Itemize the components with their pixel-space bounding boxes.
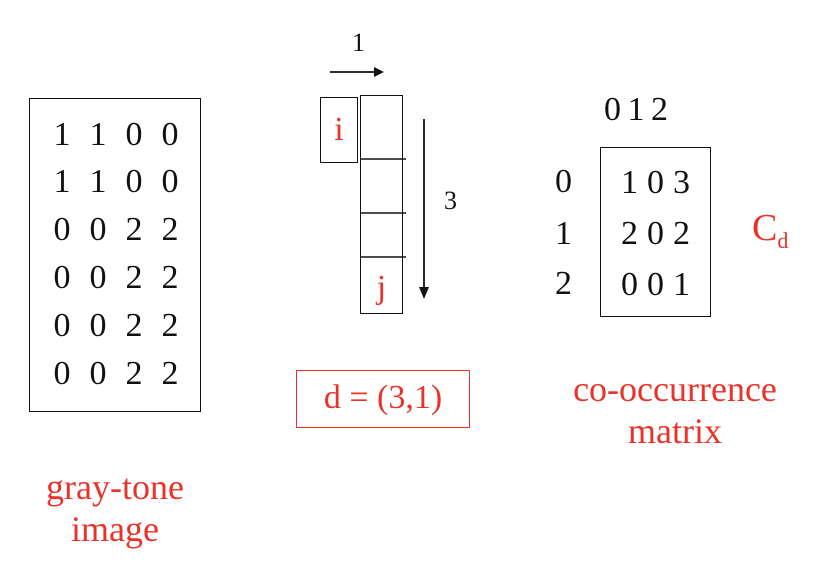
row-label: 0 bbox=[555, 163, 572, 200]
matrix-row: 202 bbox=[617, 214, 695, 254]
matrix-cell: 0 bbox=[647, 266, 665, 303]
matrix-cell: 0 bbox=[125, 163, 143, 200]
row-label: 2 bbox=[555, 265, 572, 302]
matrix-cell: 0 bbox=[89, 259, 107, 296]
gray-tone-matrix: 1 1 0 0 1 1 0 0 0 0 2 2 0 0 2 2 0 0 2 2 … bbox=[29, 98, 201, 412]
matrix-cell: 2 bbox=[125, 307, 143, 344]
matrix-cell: 2 bbox=[161, 355, 179, 392]
matrix-cell: 0 bbox=[647, 164, 665, 201]
matrix-cell: 2 bbox=[161, 211, 179, 248]
matrix-cell: 2 bbox=[673, 215, 691, 252]
matrix-cell: 0 bbox=[53, 355, 71, 392]
matrix-cell: 0 bbox=[161, 163, 179, 200]
matrix-cell: 1 bbox=[673, 266, 691, 303]
matrix-cell: 0 bbox=[621, 266, 639, 303]
pixel-j-label: j bbox=[376, 269, 387, 306]
matrix-cell: 1 bbox=[53, 116, 71, 153]
matrix-row: 103 bbox=[617, 163, 695, 203]
gray-tone-caption: gray-tone image bbox=[20, 466, 210, 550]
matrix-row: 0 0 2 2 bbox=[30, 306, 200, 346]
matrix-row: 1 1 0 0 bbox=[30, 162, 200, 202]
matrix-cell: 0 bbox=[125, 116, 143, 153]
matrix-cell: 2 bbox=[125, 211, 143, 248]
displacement-vector-label: d = (3,1) bbox=[296, 370, 470, 428]
matrix-cell: 2 bbox=[621, 215, 639, 252]
pixel-i-label: i bbox=[334, 111, 344, 148]
down-arrow-icon bbox=[419, 119, 429, 299]
caption-line: co-occurrence bbox=[573, 369, 777, 409]
matrix-row: 1 1 0 0 bbox=[30, 115, 200, 155]
cooccurrence-matrix: 103 202 001 bbox=[600, 147, 711, 317]
matrix-cell: 0 bbox=[53, 307, 71, 344]
matrix-cell: 0 bbox=[53, 211, 71, 248]
matrix-row: 0 0 2 2 bbox=[30, 210, 200, 250]
matrix-row: 001 bbox=[617, 265, 695, 305]
matrix-cell: 1 bbox=[621, 164, 639, 201]
column-step-label: 1 bbox=[352, 28, 365, 57]
caption-line: image bbox=[71, 509, 159, 549]
symbol-subscript: d bbox=[777, 228, 789, 253]
matrix-cell: 2 bbox=[161, 307, 179, 344]
matrix-symbol: Cd bbox=[752, 206, 789, 253]
caption-line: matrix bbox=[628, 411, 722, 451]
matrix-row: 0 0 2 2 bbox=[30, 258, 200, 298]
matrix-row: 0 0 2 2 bbox=[30, 354, 200, 394]
symbol-main: C bbox=[752, 207, 778, 249]
cooccurrence-caption: co-occurrence matrix bbox=[540, 368, 810, 452]
matrix-cell: 2 bbox=[125, 355, 143, 392]
matrix-cell: 1 bbox=[89, 116, 107, 153]
matrix-cell: 1 bbox=[53, 163, 71, 200]
row-step-label: 3 bbox=[444, 186, 457, 215]
matrix-cell: 0 bbox=[89, 307, 107, 344]
matrix-cell: 1 bbox=[89, 163, 107, 200]
matrix-cell: 2 bbox=[125, 259, 143, 296]
matrix-cell: 0 bbox=[89, 211, 107, 248]
matrix-cell: 0 bbox=[647, 215, 665, 252]
matrix-cell: 0 bbox=[53, 259, 71, 296]
matrix-cell: 0 bbox=[89, 355, 107, 392]
caption-line: gray-tone bbox=[46, 467, 184, 507]
right-arrow-icon bbox=[330, 67, 384, 77]
column-header: 0 1 2 bbox=[604, 91, 668, 128]
row-label: 1 bbox=[555, 215, 572, 252]
matrix-cell: 3 bbox=[673, 164, 691, 201]
matrix-cell: 0 bbox=[161, 116, 179, 153]
matrix-cell: 2 bbox=[161, 259, 179, 296]
